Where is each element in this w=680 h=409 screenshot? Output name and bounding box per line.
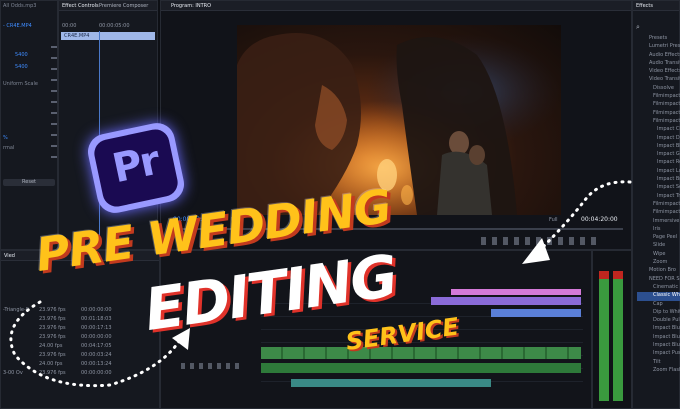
effects-item[interactable]: Impact Bl [637,143,680,151]
file-label: All Odds.mp3 [3,3,37,9]
effects-item[interactable]: Presets [637,35,680,43]
effects-item[interactable]: Impact Ch [637,126,680,134]
effects-item[interactable]: Filmimpact [637,118,680,126]
tab-effect-controls[interactable]: Effect Controls [62,3,99,9]
effects-item[interactable]: Filmimpact [637,110,680,118]
effects-item[interactable]: Audio Effects [637,52,680,60]
sequence-label: - CR4E.MP4 [3,23,32,29]
blend-mode[interactable]: rmal [3,145,55,152]
ec-clip-bar[interactable]: CR4E.MP4 [61,32,155,40]
effects-item[interactable]: Video Effects [637,68,680,76]
effects-item[interactable]: Dissolve [637,85,680,93]
arrow-head-right-icon [522,238,550,264]
search-icon[interactable]: ⌕ [636,23,640,32]
uniform-scale-label: Uniform Scale [3,81,38,87]
effects-item[interactable]: Lumetri Presets [637,43,680,51]
effects-item[interactable]: Filmimpact [637,93,680,101]
dotted-arrow-right-curve [538,180,632,252]
effects-item[interactable]: Video Transitio [637,76,680,84]
ec-timecode-start: 00:00 [62,23,77,29]
value-1[interactable]: 5400 [15,52,55,59]
ec-timecode-end: 00:00:05:00 [99,23,130,29]
ec-clip-label: CR4E.MP4 [64,33,90,39]
program-tabbar: Program: INTRO [161,1,631,11]
effects-item[interactable]: Audio Transitio [637,60,680,68]
tab-premiere-composer[interactable]: Premiere Composer [99,3,148,9]
percent-label: % [3,135,8,141]
program-title[interactable]: Program: INTRO [171,3,211,9]
effect-controls-tabbar: Effect Controls Premiere Composer [59,1,157,11]
value-2[interactable]: 5400 [15,64,55,71]
effects-item[interactable]: Impact Gl [637,151,680,159]
effects-item[interactable]: Impact Di [637,135,680,143]
effects-title[interactable]: Effects [636,3,653,9]
keyframe-icons-column [51,37,57,167]
effects-item[interactable]: Filmimpact [637,101,680,109]
effects-tabbar: Effects [633,1,679,11]
